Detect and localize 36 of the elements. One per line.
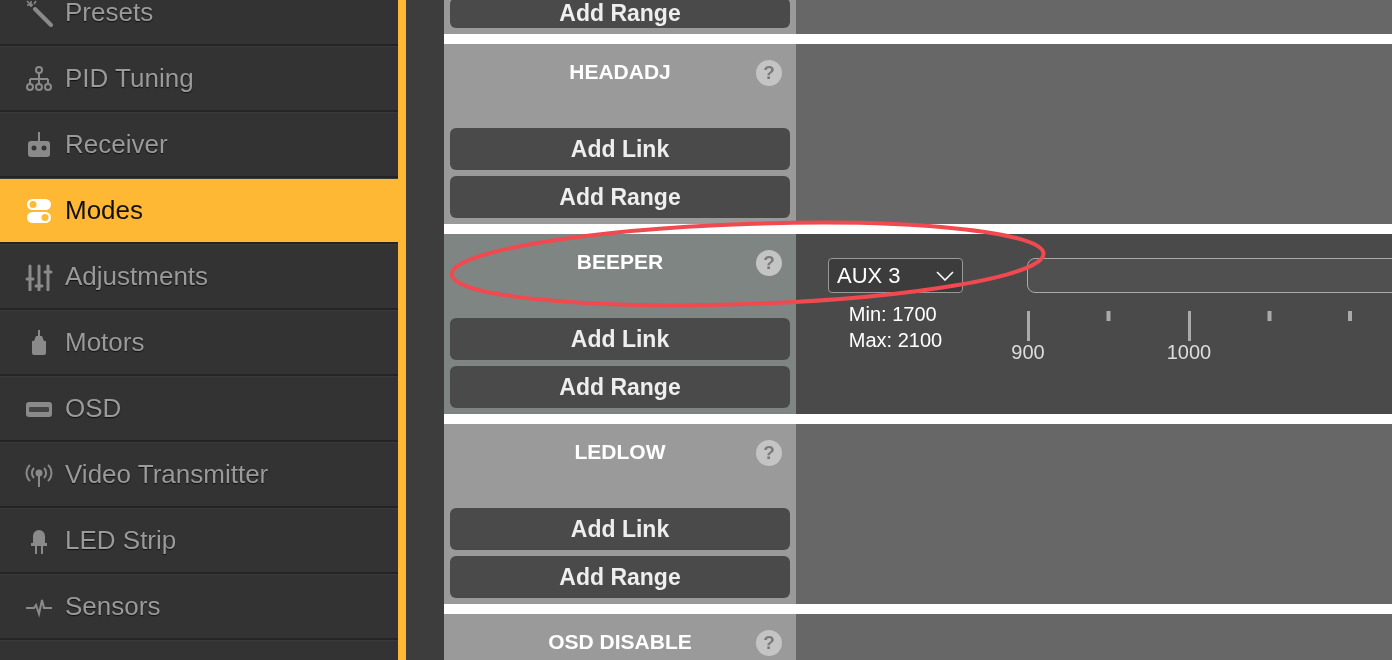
chevron-down-icon: [936, 270, 954, 281]
mode-title: HEADADJ: [569, 60, 671, 84]
sidebar-item[interactable]: Video Transmitter: [0, 442, 398, 508]
toggle-switches-icon: [25, 196, 53, 225]
help-icon[interactable]: ?: [756, 440, 782, 466]
scale-label: 900: [1011, 341, 1045, 364]
help-icon[interactable]: ?: [756, 630, 782, 656]
add-link-button[interactable]: Add Link: [450, 318, 790, 360]
sidebar-item[interactable]: Motors: [0, 310, 398, 376]
add-range-button[interactable]: Add Range: [450, 556, 790, 598]
add-range-button[interactable]: Add Range: [450, 176, 790, 218]
sidebar-item[interactable]: Sensors: [0, 574, 398, 640]
range-slider-track[interactable]: [1027, 258, 1392, 293]
help-icon[interactable]: ?: [756, 60, 782, 86]
mode-title: BEEPER: [576, 250, 664, 274]
sidebar-item[interactable]: OSD: [0, 376, 398, 442]
min-value: Min: 1700: [848, 302, 938, 327]
sidebar-item[interactable]: PID Tuning: [0, 46, 398, 112]
scale-label: 1000: [1166, 341, 1212, 364]
channel-select[interactable]: AUX 3: [828, 258, 963, 293]
max-value: Max: 2100: [848, 328, 943, 353]
add-link-button[interactable]: Add Link: [450, 508, 790, 550]
hierarchy-icon: [25, 64, 53, 93]
sidebar-item[interactable]: Modes: [0, 178, 398, 244]
sliders-icon: [25, 262, 53, 291]
add-range-button[interactable]: Add Range: [450, 366, 790, 408]
mode-title: LEDLOW: [574, 440, 666, 464]
help-icon[interactable]: ?: [756, 250, 782, 276]
sidebar-item[interactable]: Presets: [0, 0, 398, 46]
sidebar-item[interactable]: LED Strip: [0, 508, 398, 574]
sidebar-item[interactable]: Adjustments: [0, 244, 398, 310]
mode-title: OSD DISABLE: [548, 630, 692, 654]
add-link-button[interactable]: Add Link: [450, 128, 790, 170]
add-range-button[interactable]: Add Range: [450, 0, 790, 28]
remote-control-icon: [25, 130, 53, 159]
magic-wand-icon: [25, 0, 53, 27]
